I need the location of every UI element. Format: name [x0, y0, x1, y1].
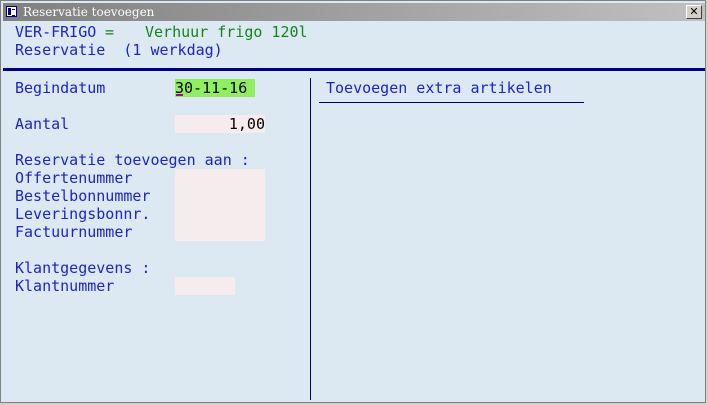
bestelbonnummer-field[interactable] — [175, 187, 265, 205]
offertenummer-label: Offertenummer — [15, 169, 133, 187]
app-icon — [6, 6, 17, 17]
begindatum-label: Begindatum — [15, 79, 106, 97]
panel-divider — [310, 78, 311, 400]
equals-sign: = — [96, 23, 124, 41]
title-bar[interactable]: Reservatie toevoegen ✕ — [3, 3, 705, 21]
leveringsbonnr-label: Leveringsbonnr. — [15, 205, 151, 223]
text-cursor — [176, 94, 183, 96]
reservatie-window: Reservatie toevoegen ✕ VER-FRIGO = Verhu… — [0, 0, 706, 403]
article-description: Verhuur frigo 120l — [145, 23, 308, 41]
extra-articles-title: Toevoegen extra artikelen — [326, 79, 552, 97]
section-add-to-heading: Reservatie toevoegen aan : — [15, 151, 250, 169]
begindatum-value[interactable]: 30-11-16 — [175, 80, 247, 97]
reservation-subtitle: Reservatie (1 werkdag) — [15, 41, 223, 59]
leveringsbonnr-field[interactable] — [175, 205, 265, 223]
factuurnummer-label: Factuurnummer — [15, 223, 133, 241]
aantal-label: Aantal — [15, 115, 70, 133]
offertenummer-field[interactable] — [175, 169, 265, 187]
article-code: VER-FRIGO — [15, 23, 97, 41]
aantal-value[interactable]: 1,00 — [175, 116, 265, 133]
window-title: Reservatie toevoegen — [23, 5, 155, 19]
header-separator — [3, 68, 705, 71]
close-button[interactable]: ✕ — [686, 5, 702, 19]
section-klant-heading: Klantgegevens : — [15, 259, 151, 277]
klantnummer-field[interactable] — [175, 277, 235, 295]
klantnummer-label: Klantnummer — [15, 277, 115, 295]
factuurnummer-field[interactable] — [175, 223, 265, 241]
bestelbonnummer-label: Bestelbonnummer — [15, 187, 151, 205]
extra-articles-underline — [319, 102, 584, 103]
